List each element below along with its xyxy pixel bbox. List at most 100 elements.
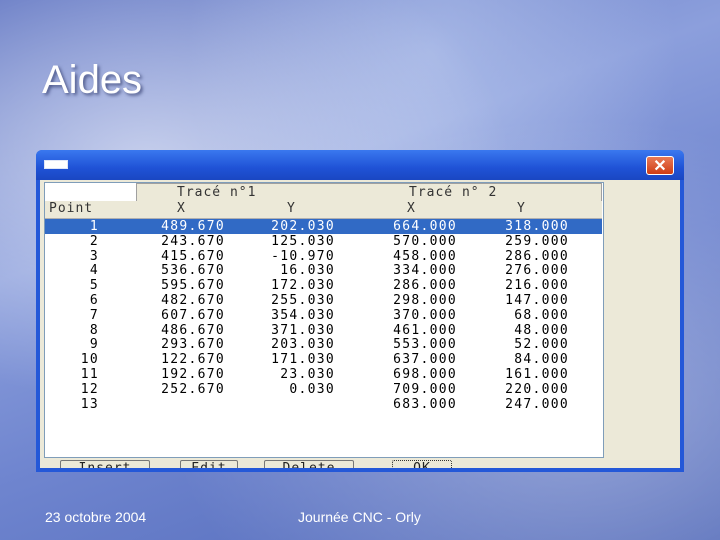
points-rows: 1 489.670 202.030 664.000 318.000 2 243.670 125…	[45, 219, 602, 412]
cell-y2: 147.000	[505, 292, 569, 308]
cell-x2: 334.000	[393, 263, 457, 279]
cell-x2: 664.000	[393, 219, 457, 234]
cell-y1: 172.030	[271, 278, 335, 294]
table-row[interactable]: 6 482.670 255.030 298.000 147.000	[45, 293, 602, 308]
cell-point: 8	[89, 322, 99, 338]
cell-y2: 52.000	[514, 337, 569, 353]
column-header-y2[interactable]: Y	[517, 201, 526, 216]
edit-button[interactable]: Edit	[180, 460, 238, 468]
table-row[interactable]: 7 607.670 354.030 370.000 68.000	[45, 308, 602, 323]
cell-y2: 161.000	[505, 366, 569, 382]
dialog-titlebar[interactable]: ✕	[36, 150, 684, 180]
column-header-x1[interactable]: X	[177, 201, 186, 216]
column-header-point[interactable]: Point	[49, 201, 93, 216]
cell-point: 1	[89, 219, 99, 234]
cell-point: 13	[80, 396, 99, 412]
cell-x1: 482.670	[161, 292, 225, 308]
cell-x1: 192.670	[161, 366, 225, 382]
data-dialog: ✕ Tracé n°1 Tracé n° 2 Point X Y X Y 1 48…	[36, 150, 684, 472]
cell-y2: 68.000	[514, 307, 569, 323]
button-row: Insert Edit Delete OK	[40, 460, 680, 468]
column-header-row: Point X Y X Y	[45, 201, 602, 219]
cell-y1: -10.970	[271, 248, 335, 264]
cell-x2: 461.000	[393, 322, 457, 338]
table-row[interactable]: 1 489.670 202.030 664.000 318.000	[45, 219, 602, 234]
cell-y2: 276.000	[505, 263, 569, 279]
cell-y2: 84.000	[514, 352, 569, 368]
cell-y1: 171.030	[271, 352, 335, 368]
cell-y2: 48.000	[514, 322, 569, 338]
cell-y2: 216.000	[505, 278, 569, 294]
cell-y1: 0.030	[289, 381, 335, 397]
footer-date: 23 octobre 2004	[45, 509, 147, 525]
points-list[interactable]: Tracé n°1 Tracé n° 2 Point X Y X Y 1 489.…	[44, 182, 604, 458]
cell-x1: 489.670	[161, 219, 225, 234]
cell-x2: 570.000	[393, 233, 457, 249]
cell-x1: 252.670	[161, 381, 225, 397]
table-row[interactable]: 5 595.670 172.030 286.000 216.000	[45, 278, 602, 293]
cell-y1: 16.030	[280, 263, 335, 279]
column-header-x2[interactable]: X	[407, 201, 416, 216]
cell-x1: 122.670	[161, 352, 225, 368]
column-header-y1[interactable]: Y	[287, 201, 296, 216]
cell-x2: 370.000	[393, 307, 457, 323]
cell-point: 6	[89, 292, 99, 308]
cell-point: 2	[89, 233, 99, 249]
cell-x2: 298.000	[393, 292, 457, 308]
cell-point: 7	[89, 307, 99, 323]
cell-point: 9	[89, 337, 99, 353]
cell-point: 3	[89, 248, 99, 264]
footer-event: Journée CNC - Orly	[298, 509, 421, 525]
cell-y1: 202.030	[271, 219, 335, 234]
table-row[interactable]: 3 415.670 -10.970 458.000 286.000	[45, 249, 602, 264]
cell-y1: 203.030	[271, 337, 335, 353]
column-group-header: Tracé n°1 Tracé n° 2	[136, 183, 602, 202]
table-row[interactable]: 11 192.670 23.030 698.000 161.000	[45, 367, 602, 382]
insert-button[interactable]: Insert	[60, 460, 150, 468]
group-trace-2: Tracé n° 2	[409, 185, 498, 200]
cell-y2: 259.000	[505, 233, 569, 249]
cell-y1: 255.030	[271, 292, 335, 308]
table-row[interactable]: 9 293.670 203.030 553.000 52.000	[45, 337, 602, 352]
cell-x1: 607.670	[161, 307, 225, 323]
cell-x1: 415.670	[161, 248, 225, 264]
cell-x1: 536.670	[161, 263, 225, 279]
ok-button[interactable]: OK	[392, 460, 452, 468]
cell-y1: 354.030	[271, 307, 335, 323]
system-menu-icon[interactable]	[44, 160, 68, 169]
cell-x2: 637.000	[393, 352, 457, 368]
cell-x1: 486.670	[161, 322, 225, 338]
cell-x2: 683.000	[393, 396, 457, 412]
table-row[interactable]: 2 243.670 125.030 570.000 259.000	[45, 234, 602, 249]
table-row[interactable]: 4 536.670 16.030 334.000 276.000	[45, 263, 602, 278]
cell-x2: 458.000	[393, 248, 457, 264]
cell-y1: 23.030	[280, 366, 335, 382]
table-row[interactable]: 8 486.670 371.030 461.000 48.000	[45, 323, 602, 338]
cell-point: 4	[89, 263, 99, 279]
cell-x2: 698.000	[393, 366, 457, 382]
cell-y2: 220.000	[505, 381, 569, 397]
dialog-client-area: Tracé n°1 Tracé n° 2 Point X Y X Y 1 489.…	[40, 180, 680, 468]
close-button[interactable]: ✕	[646, 156, 674, 175]
cell-y2: 286.000	[505, 248, 569, 264]
slide-title: Aides	[42, 58, 143, 102]
group-trace-1: Tracé n°1	[177, 185, 257, 200]
cell-x1: 293.670	[161, 337, 225, 353]
cell-point: 10	[80, 352, 99, 368]
delete-button[interactable]: Delete	[264, 460, 354, 468]
cell-x1: 595.670	[161, 278, 225, 294]
cell-y1: 371.030	[271, 322, 335, 338]
cell-x2: 553.000	[393, 337, 457, 353]
cell-y2: 247.000	[505, 396, 569, 412]
cell-x2: 286.000	[393, 278, 457, 294]
table-row[interactable]: 12 252.670 0.030 709.000 220.000	[45, 382, 602, 397]
cell-x1: 243.670	[161, 233, 225, 249]
cell-point: 11	[80, 366, 99, 382]
cell-y2: 318.000	[505, 219, 569, 234]
table-row[interactable]: 10 122.670 171.030 637.000 84.000	[45, 352, 602, 367]
cell-y1: 125.030	[271, 233, 335, 249]
cell-point: 12	[80, 381, 99, 397]
table-row[interactable]: 13 683.000 247.000	[45, 397, 602, 412]
cell-point: 5	[89, 278, 99, 294]
cell-x2: 709.000	[393, 381, 457, 397]
